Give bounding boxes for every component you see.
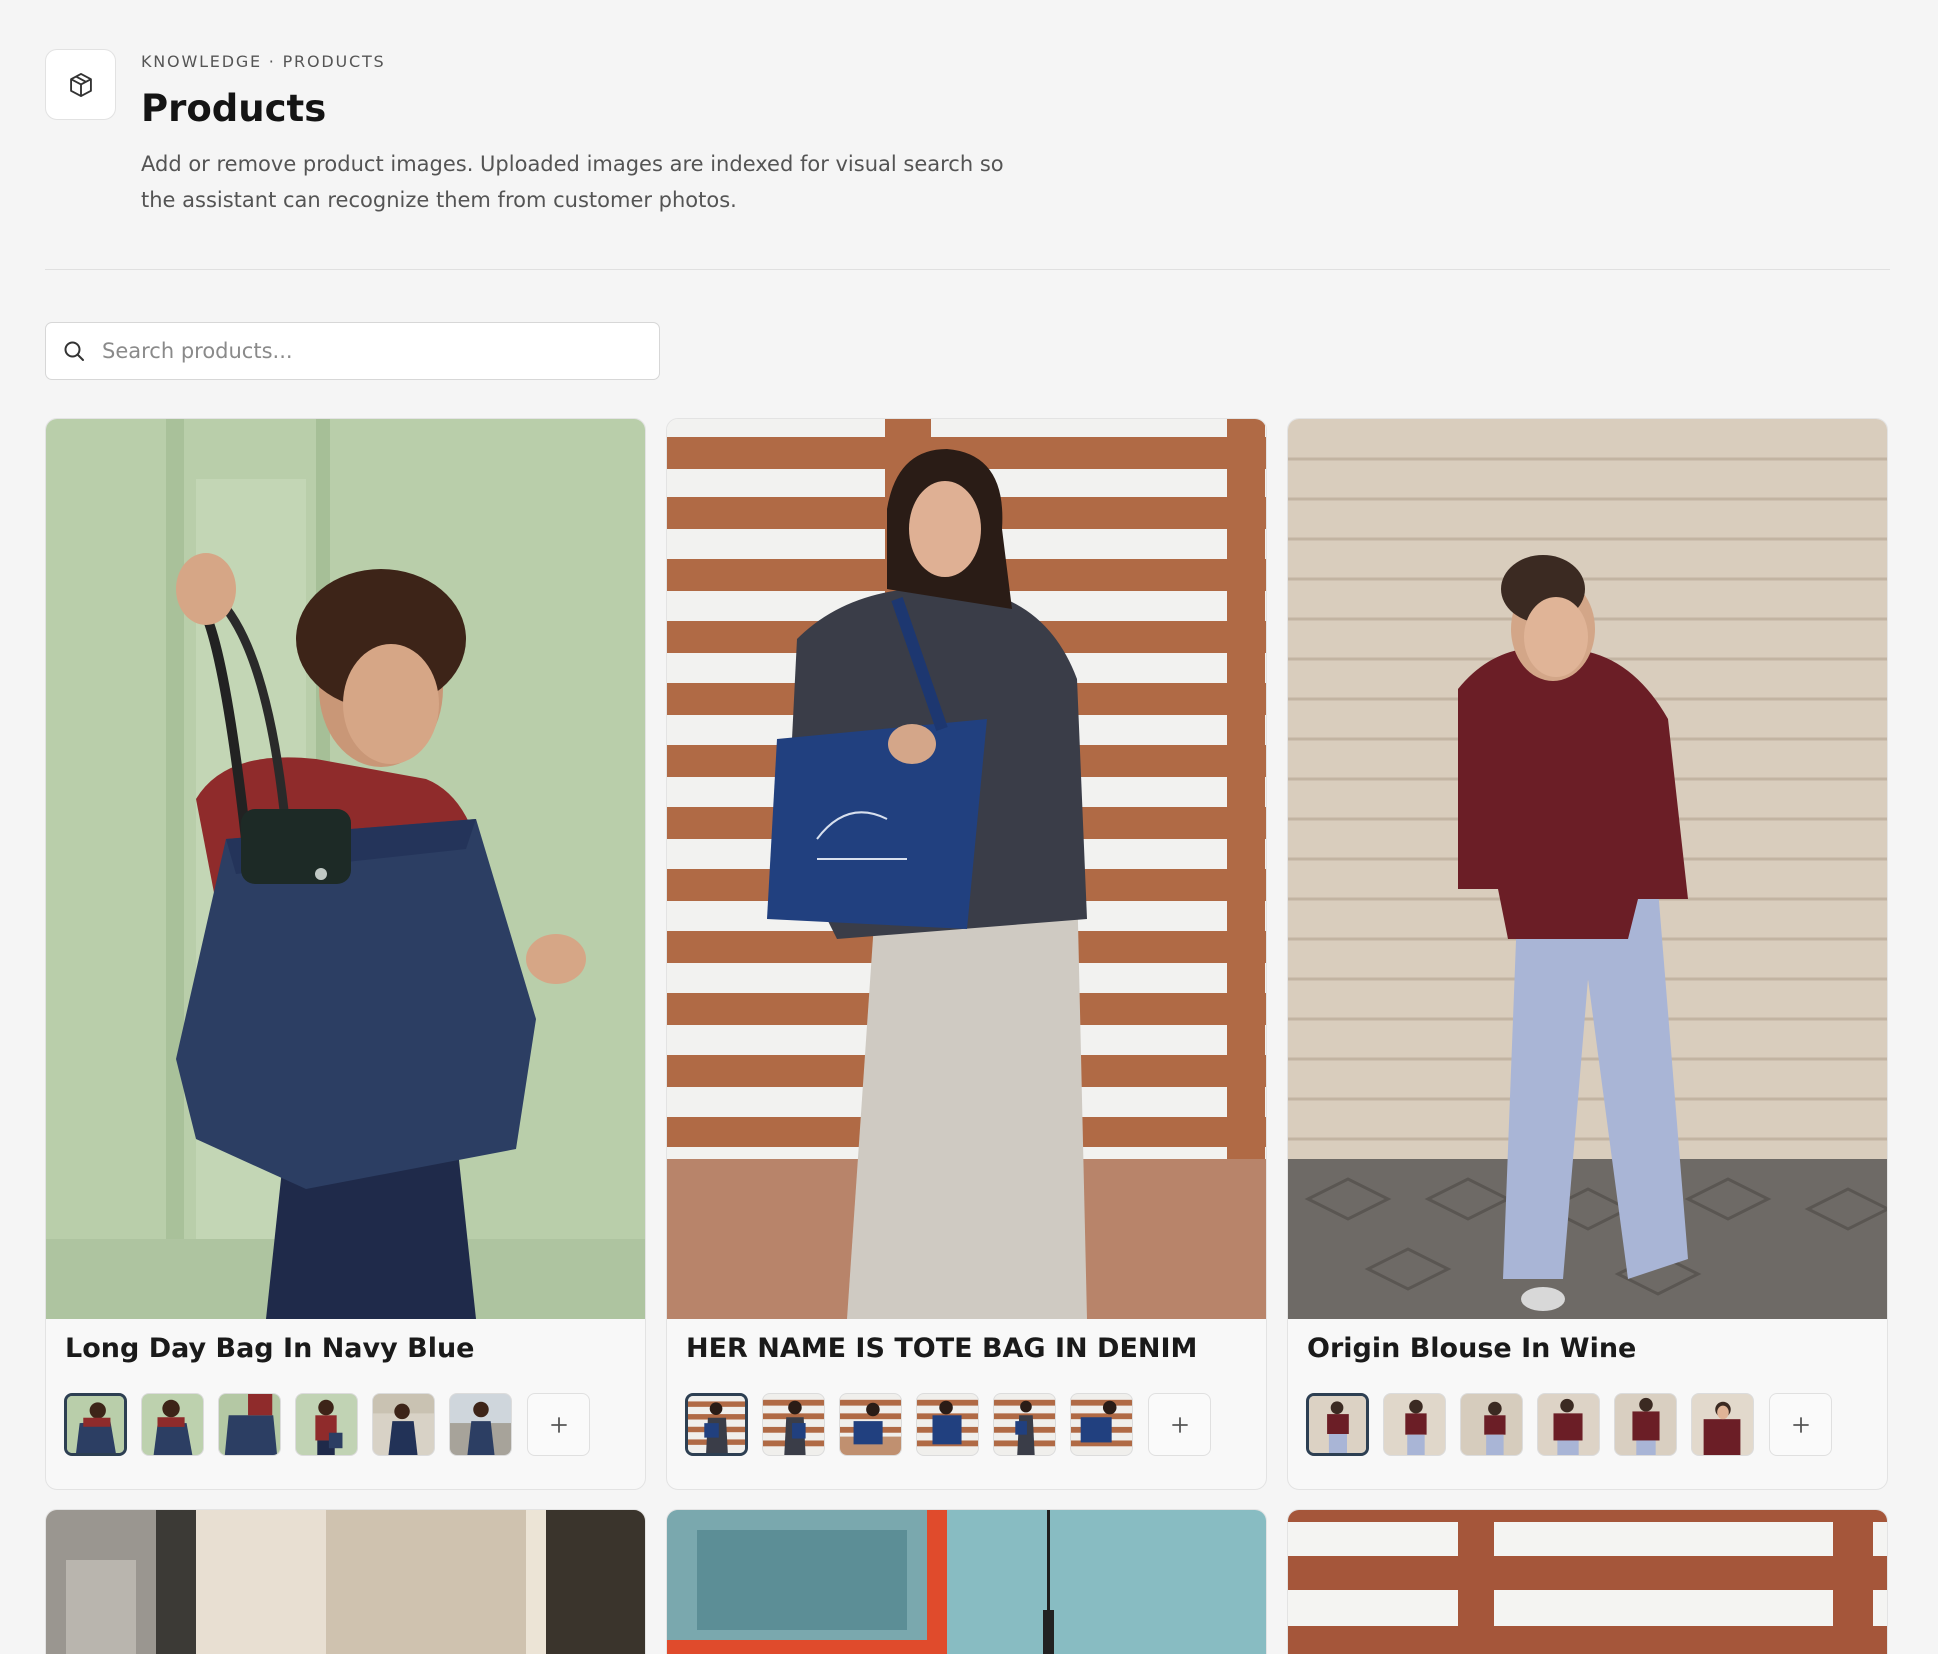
product-photo[interactable] <box>667 419 1266 1319</box>
product-name: Long Day Bag In Navy Blue <box>65 1333 475 1364</box>
thumbnail-strip <box>685 1393 1211 1456</box>
product-name: HER NAME IS TOTE BAG IN DENIM <box>686 1333 1198 1364</box>
product-card[interactable]: Long Day Bag In Navy Blue <box>45 418 646 1490</box>
product-thumbnail[interactable] <box>372 1393 435 1456</box>
product-name: Origin Blouse In Wine <box>1307 1333 1637 1364</box>
product-card[interactable]: Origin Blouse In Wine <box>1287 418 1888 1490</box>
add-image-button[interactable] <box>1148 1393 1211 1456</box>
product-photo[interactable] <box>1288 419 1887 1319</box>
thumbnail-strip <box>64 1393 590 1456</box>
product-card[interactable] <box>666 1509 1267 1654</box>
product-photo[interactable] <box>46 419 645 1319</box>
page-title: Products <box>141 87 327 130</box>
product-thumbnail[interactable] <box>993 1393 1056 1456</box>
product-thumbnail[interactable] <box>1070 1393 1133 1456</box>
breadcrumb: KNOWLEDGE · PRODUCTS <box>141 52 386 71</box>
product-thumbnail[interactable] <box>762 1393 825 1456</box>
product-thumbnail[interactable] <box>1460 1393 1523 1456</box>
product-thumbnail[interactable] <box>1537 1393 1600 1456</box>
product-thumbnail[interactable] <box>218 1393 281 1456</box>
product-thumbnail[interactable] <box>141 1393 204 1456</box>
plus-icon <box>1792 1416 1809 1433</box>
plus-icon <box>1171 1416 1188 1433</box>
add-image-button[interactable] <box>1769 1393 1832 1456</box>
product-thumbnail[interactable] <box>449 1393 512 1456</box>
product-thumbnail[interactable] <box>1614 1393 1677 1456</box>
product-photo[interactable] <box>1288 1510 1887 1654</box>
page-description: Add or remove product images. Uploaded i… <box>141 152 1004 212</box>
search-box[interactable] <box>45 322 660 380</box>
search-input[interactable] <box>102 323 659 379</box>
header-divider <box>45 269 1890 270</box>
product-thumbnail[interactable] <box>839 1393 902 1456</box>
thumbnail-strip <box>1306 1393 1832 1456</box>
product-card[interactable] <box>1287 1509 1888 1654</box>
product-photo[interactable] <box>46 1510 645 1654</box>
product-thumbnail[interactable] <box>685 1393 748 1456</box>
add-image-button[interactable] <box>527 1393 590 1456</box>
product-thumbnail[interactable] <box>295 1393 358 1456</box>
search-icon <box>62 338 88 364</box>
package-icon <box>45 49 116 120</box>
plus-icon <box>550 1416 567 1433</box>
product-thumbnail[interactable] <box>1383 1393 1446 1456</box>
product-thumbnail[interactable] <box>1306 1393 1369 1456</box>
product-thumbnail[interactable] <box>64 1393 127 1456</box>
product-thumbnail[interactable] <box>1691 1393 1754 1456</box>
product-photo[interactable] <box>667 1510 1266 1654</box>
product-thumbnail[interactable] <box>916 1393 979 1456</box>
product-card[interactable]: HER NAME IS TOTE BAG IN DENIM <box>666 418 1267 1490</box>
product-card[interactable] <box>45 1509 646 1654</box>
